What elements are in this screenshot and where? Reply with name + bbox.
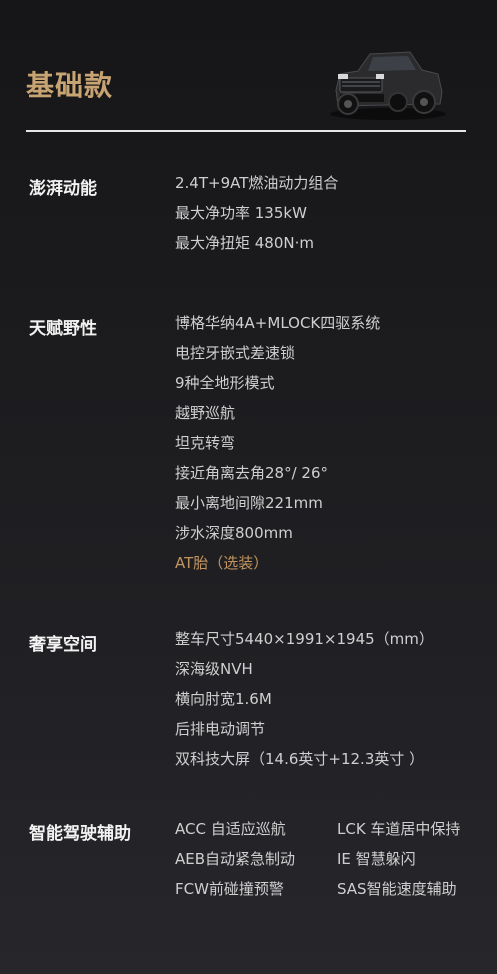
spec-item: 涉水深度800mm [175,524,293,542]
spec-item: 最大净功率 135kW [175,204,307,222]
pickup-truck-image [330,51,446,120]
spec-item: IE 智慧躲闪 [337,850,416,868]
spec-item: 深海级NVH [175,660,253,678]
page-title: 基础款 [26,69,114,102]
spec-item: LCK 车道居中保持 [337,820,461,838]
spec-item: 坦克转弯 [175,434,236,452]
spec-item: 横向肘宽1.6M [175,690,272,708]
spec-list-power: 2.4T+9AT燃油动力组合 最大净功率 135kW 最大净扭矩 480N·m [175,172,338,262]
spec-list-offroad: 博格华纳4A+MLOCK四驱系统 电控牙嵌式差速锁 9种全地形模式 越野巡航 坦… [175,312,380,582]
section-label-adas: 智能驾驶辅助 [29,824,131,844]
section-label-space: 奢享空间 [29,635,97,655]
spec-item: 9种全地形模式 [175,374,275,392]
spec-item: ACC 自适应巡航 [175,820,286,838]
header-divider [26,130,466,132]
spec-item: 整车尺寸5440×1991×1945（mm） [175,630,434,648]
spec-item: 电控牙嵌式差速锁 [175,344,296,362]
spec-item: 越野巡航 [175,404,236,422]
spec-item: 后排电动调节 [175,720,266,738]
header: 基础款 [0,0,497,135]
spec-item: SAS智能速度辅助 [337,880,457,898]
section-label-power: 澎湃动能 [29,179,97,199]
spec-list-space: 整车尺寸5440×1991×1945（mm） 深海级NVH 横向肘宽1.6M 后… [175,628,434,778]
spec-item: 2.4T+9AT燃油动力组合 [175,174,339,192]
spec-item: 博格华纳4A+MLOCK四驱系统 [175,314,381,332]
spec-item: 接近角离去角28°/ 26° [175,464,328,482]
spec-item: FCW前碰撞预警 [175,880,284,898]
spec-item: AEB自动紧急制动 [175,850,296,868]
spec-item: 双科技大屏（14.6英寸+12.3英寸 ） [175,750,425,768]
spec-item: 最小离地间隙221mm [175,494,323,512]
section-label-offroad: 天赋野性 [29,319,97,339]
optional-spec-item: AT胎（选装） [175,554,269,572]
spec-item: 最大净扭矩 480N·m [175,234,314,252]
